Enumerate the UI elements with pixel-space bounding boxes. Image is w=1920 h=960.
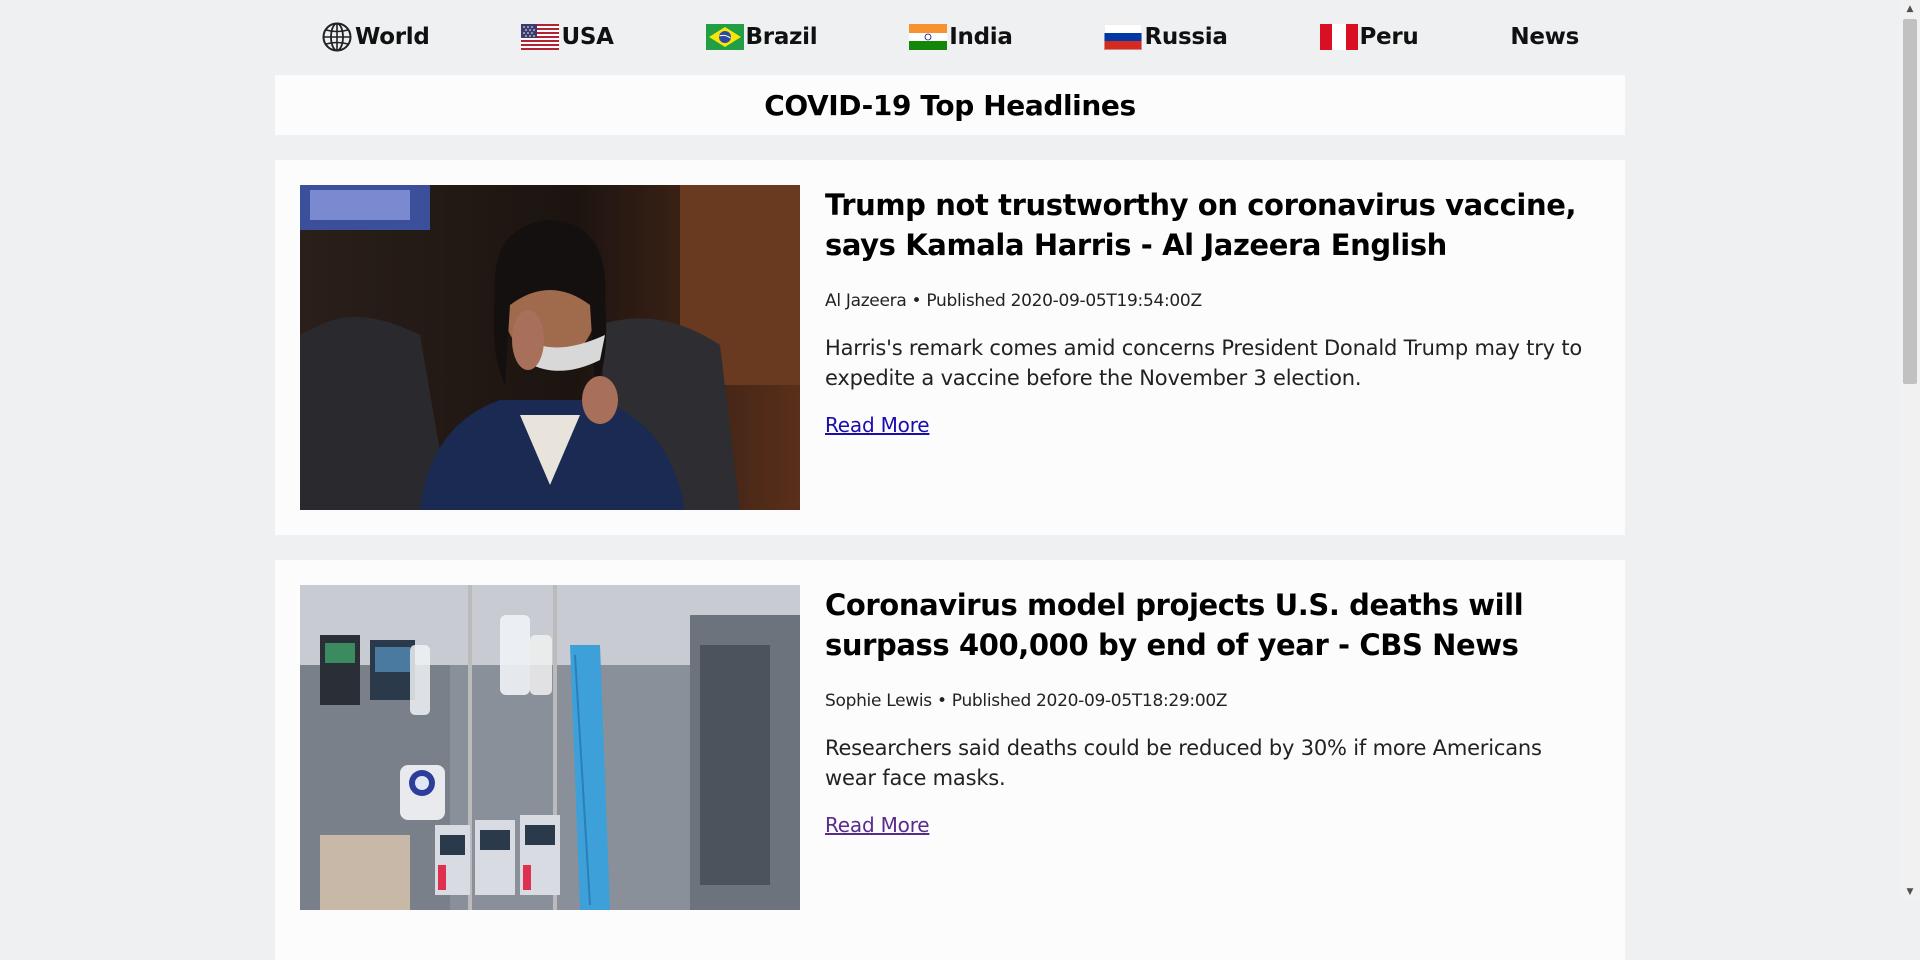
brazil-flag-icon: [705, 24, 744, 50]
vertical-scrollbar[interactable]: ▲ ▼: [1900, 0, 1920, 900]
article-meta: Al Jazeera • Published 2020-09-05T19:54:…: [825, 291, 1202, 311]
nav-label: Peru: [1359, 24, 1419, 50]
article-body: Coronavirus model projects U.S. deaths w…: [825, 585, 1585, 837]
nav-item-usa[interactable]: USA: [521, 24, 614, 50]
nav-item-news[interactable]: News: [1510, 24, 1579, 50]
read-more-link[interactable]: Read More: [825, 413, 930, 437]
article-title: Coronavirus model projects U.S. deaths w…: [825, 588, 1524, 662]
country-nav: World USA Brazil India Russia Peru News: [275, 0, 1625, 74]
nav-label: USA: [561, 24, 614, 50]
page-header: COVID-19 Top Headlines: [275, 75, 1625, 135]
article-body: Trump not trustworthy on coronavirus vac…: [825, 185, 1585, 437]
globe-icon: [321, 21, 353, 53]
usa-flag-icon: [521, 24, 560, 50]
page-title: COVID-19 Top Headlines: [764, 88, 1136, 122]
russia-flag-icon: [1104, 24, 1143, 50]
india-flag-icon: [909, 24, 948, 50]
nav-label: News: [1510, 24, 1580, 50]
article-description: Harris's remark comes amid concerns Pres…: [825, 336, 1583, 390]
read-more-link[interactable]: Read More: [825, 813, 930, 837]
article-title: Trump not trustworthy on coronavirus vac…: [825, 188, 1577, 262]
article-card: Trump not trustworthy on coronavirus vac…: [275, 160, 1625, 535]
peru-flag-icon: [1319, 24, 1358, 50]
scrollbar-thumb[interactable]: [1903, 19, 1917, 384]
nav-item-russia[interactable]: Russia: [1104, 24, 1228, 50]
nav-label: Brazil: [745, 24, 818, 50]
article-image: [300, 185, 800, 510]
nav-item-world[interactable]: World: [321, 21, 430, 53]
nav-label: Russia: [1144, 24, 1228, 50]
nav-label: India: [949, 24, 1013, 50]
scroll-down-arrow-icon[interactable]: ▼: [1900, 883, 1920, 900]
article-meta: Sophie Lewis • Published 2020-09-05T18:2…: [825, 691, 1228, 711]
nav-item-india[interactable]: India: [909, 24, 1013, 50]
nav-item-brazil[interactable]: Brazil: [705, 24, 818, 50]
nav-label: World: [354, 24, 430, 50]
article-description: Researchers said deaths could be reduced…: [825, 736, 1542, 790]
nav-item-peru[interactable]: Peru: [1319, 24, 1419, 50]
article-image: [300, 585, 800, 910]
article-card: Coronavirus model projects U.S. deaths w…: [275, 560, 1625, 960]
scroll-up-arrow-icon[interactable]: ▲: [1900, 0, 1920, 17]
